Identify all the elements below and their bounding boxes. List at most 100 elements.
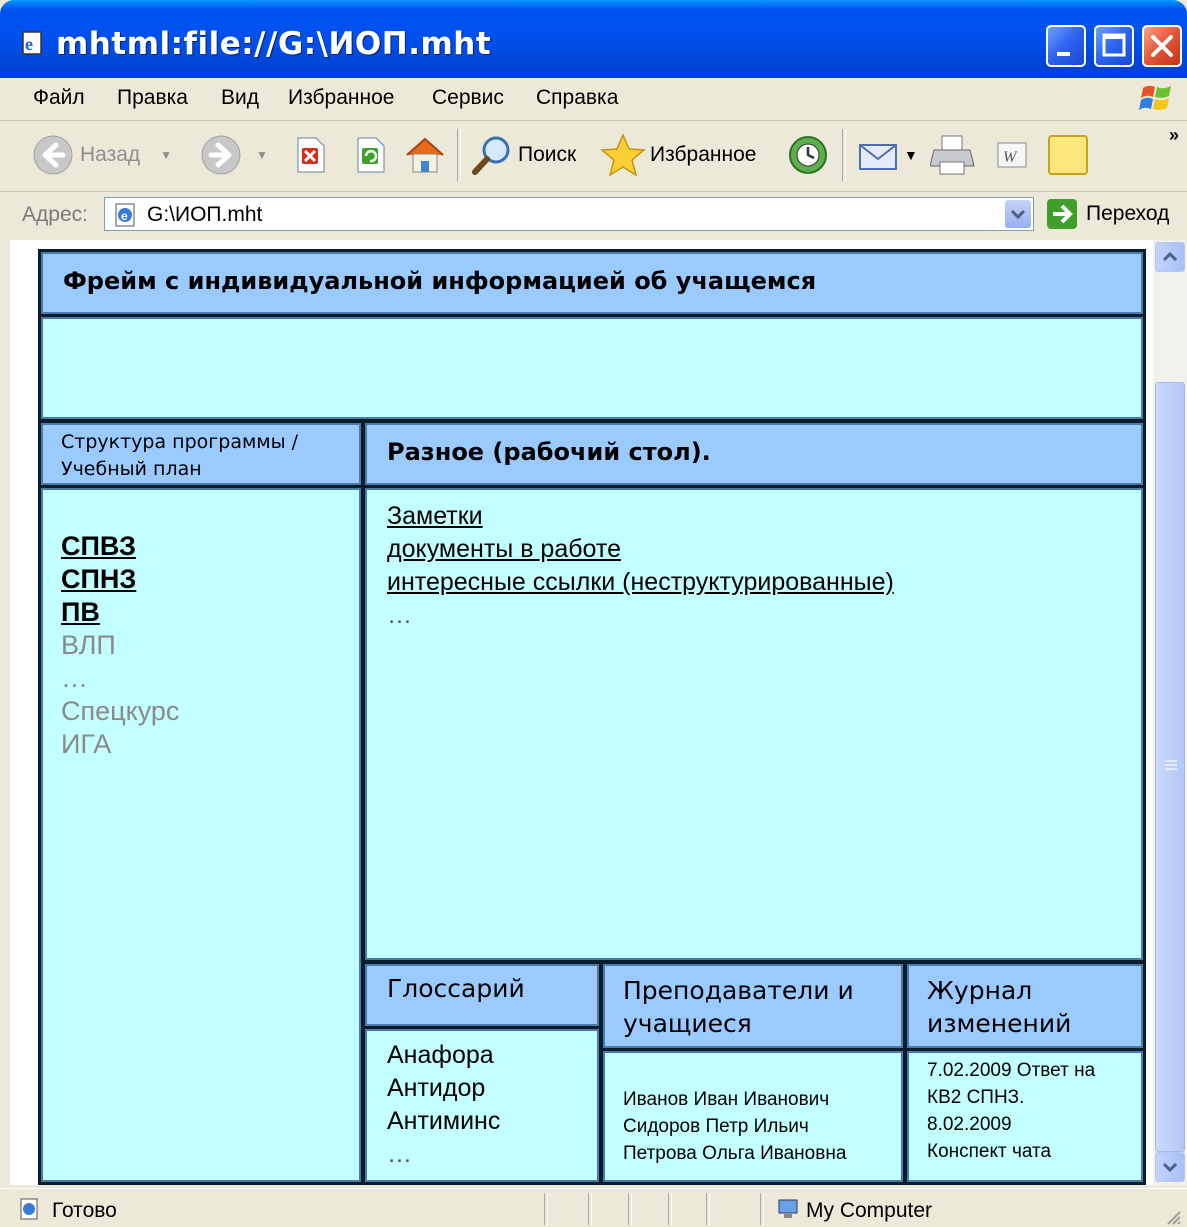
back-dropdown-icon[interactable]: ▼ [160,148,172,162]
svg-text:W: W [1003,149,1018,166]
desk-link-documents[interactable]: документы в работе [387,533,894,566]
desk-link-notes[interactable]: Заметки [387,500,894,533]
computer-icon [778,1199,798,1218]
forward-arrow-icon [201,135,241,175]
title-bar[interactable]: e mhtml:file://G:\ИОП.mht [0,0,1187,78]
page-content: Фрейм с индивидуальной информацией об уч… [10,240,1153,1185]
people-title: Преподаватели и учащиеся [623,974,854,1040]
refresh-button[interactable] [350,131,390,179]
favorites-label: Избранное [650,143,757,166]
changelog-line: КВ2 СПНЗ. [927,1087,1025,1108]
go-arrow-icon [1047,199,1077,229]
forward-button[interactable]: ▼ [200,131,268,179]
program-item-vlp: ВЛП [61,630,116,660]
program-item-spvz[interactable]: СПВЗ [61,530,179,563]
close-button[interactable] [1142,25,1182,67]
program-item-spnz[interactable]: СПНЗ [61,563,179,596]
search-label: Поиск [518,143,577,166]
student-info-title: Фрейм с индивидуальной информацией об уч… [63,267,817,295]
word-icon: W [997,142,1027,168]
address-input[interactable]: e G:\ИОП.mht [104,197,1034,231]
go-label: Переход [1086,202,1170,225]
mail-dropdown-icon[interactable]: ▼ [904,147,918,163]
menu-view[interactable]: Вид [221,86,259,110]
changelog-line: Конспект чата [927,1141,1052,1162]
home-icon [406,137,444,173]
glossary-body: Анафора Антидор Антиминс … [362,1026,602,1185]
changelog-body: 7.02.2009 Ответ на КВ2 СПНЗ. 8.02.2009 К… [904,1048,1146,1185]
svg-text:e: e [25,34,33,54]
menu-favorites[interactable]: Избранное [288,86,394,110]
status-divider [544,1193,548,1225]
person-item: Иванов Иван Иванович [623,1089,830,1110]
people-title-line2: учащиеся [623,1009,752,1038]
people-body: Иванов Иван Иванович Сидоров Петр Ильич … [600,1048,906,1185]
desk-link-interesting[interactable]: интересные ссылки (неструктурированные) [387,566,894,599]
scroll-down-button[interactable] [1155,1152,1185,1182]
people-header: Преподаватели и учащиеся [600,961,906,1051]
minimize-button[interactable] [1046,25,1086,67]
scroll-thumb[interactable] [1155,382,1185,1152]
resize-grip-icon[interactable] [1163,1207,1181,1225]
go-button[interactable]: Переход [1046,198,1169,230]
messenger-button[interactable] [1046,131,1090,179]
history-icon [789,136,827,174]
vertical-scrollbar[interactable] [1153,240,1187,1185]
forward-dropdown-icon[interactable]: ▼ [256,148,268,162]
edit-button[interactable]: W [994,131,1030,179]
glossary-item: Антидор [387,1074,486,1102]
desk-frame-title: Разное (рабочий стол). [387,438,711,466]
browser-window: e mhtml:file://G:\ИОП.mht Файл Правка Ви… [0,0,1187,1227]
program-structure-list: СПВЗ СПНЗ ПВ ВЛП … Спецкурс ИГА [61,530,179,761]
back-label: Назад [80,143,141,166]
back-arrow-icon [33,135,73,175]
mail-button[interactable]: ▼ [856,131,918,179]
status-bar: Готово My Computer [0,1188,1187,1227]
menu-bar: Файл Правка Вид Избранное Сервис Справка [0,78,1187,121]
program-structure-title-line1: Структура программы / [61,431,299,453]
program-structure-title-line2: Учебный план [61,458,202,480]
maximize-button[interactable] [1094,25,1134,67]
favorites-button[interactable]: Избранное [600,131,756,179]
stop-icon [297,137,325,173]
print-button[interactable] [930,131,976,179]
svg-text:e: e [121,209,128,223]
star-icon [600,133,646,177]
status-divider [706,1193,710,1225]
back-button[interactable]: Назад ▼ [32,131,172,179]
toolbar-chevron-icon[interactable]: » [1169,125,1179,146]
program-item-special-course: Спецкурс [61,696,180,726]
chevron-up-icon [1162,251,1178,262]
person-item: Сидоров Петр Ильич [623,1116,809,1137]
people-title-line1: Преподаватели и [623,976,854,1005]
menu-tools[interactable]: Сервис [432,86,504,110]
status-divider [668,1193,672,1225]
chevron-down-icon [1010,209,1026,220]
program-item-ellipsis: … [61,663,88,693]
home-button[interactable] [403,131,447,179]
scroll-up-button[interactable] [1155,242,1185,272]
status-divider [588,1193,592,1225]
program-structure-body: СПВЗ СПНЗ ПВ ВЛП … Спецкурс ИГА [38,485,364,1185]
program-item-iga: ИГА [61,729,112,759]
menu-edit[interactable]: Правка [117,86,188,110]
history-button[interactable] [786,131,830,179]
search-button[interactable]: Поиск [470,131,576,179]
printer-icon [930,135,975,175]
people-list: Иванов Иван Иванович Сидоров Петр Ильич … [623,1086,846,1167]
menu-help[interactable]: Справка [536,86,618,110]
close-icon [1151,35,1173,57]
menu-file[interactable]: Файл [33,86,85,110]
status-divider [760,1193,764,1225]
glossary-header: Глоссарий [362,961,602,1029]
note-icon [1048,135,1088,175]
program-item-pv[interactable]: ПВ [61,596,179,629]
changelog-list: 7.02.2009 Ответ на КВ2 СПНЗ. 8.02.2009 К… [927,1057,1095,1165]
changelog-line: 8.02.2009 [927,1114,1012,1135]
security-zone-text: My Computer [806,1199,933,1222]
address-dropdown-button[interactable] [1005,200,1031,228]
search-icon [472,136,510,175]
stop-button[interactable] [290,131,330,179]
changelog-title-line2: изменений [927,1009,1072,1038]
desk-links: Заметки документы в работе интересные сс… [387,500,894,632]
